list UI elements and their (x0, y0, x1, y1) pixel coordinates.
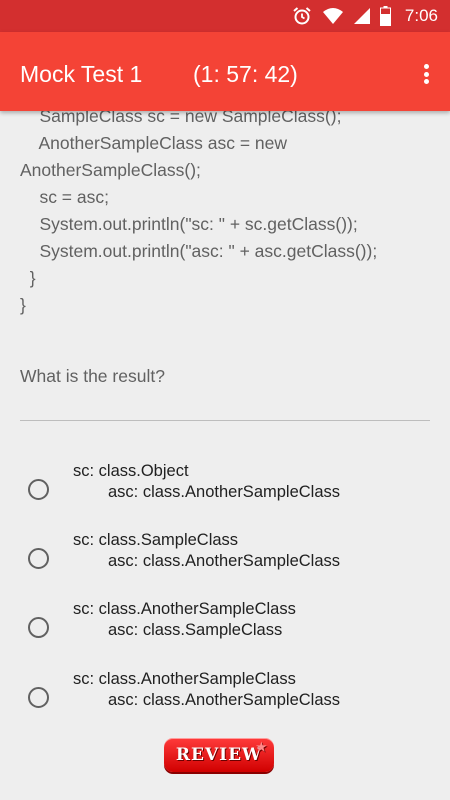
answer-option-3[interactable]: sc: class.AnotherSampleClass asc: class.… (20, 599, 430, 659)
question-text: What is the result? (20, 366, 165, 386)
question-content[interactable]: SampleClass sc = new SampleClass(); Anot… (0, 111, 450, 800)
code-line: sc = asc; (20, 187, 109, 207)
code-line: System.out.println("asc: " + asc.getClas… (20, 241, 378, 261)
code-line: SampleClass sc = new SampleClass(); (20, 111, 342, 126)
signal-icon (353, 7, 370, 25)
code-line: } (20, 295, 26, 315)
code-snippet: SampleClass sc = new SampleClass(); Anot… (20, 111, 435, 319)
star-icon: ★ (256, 740, 268, 754)
code-line: System.out.println("sc: " + sc.getClass(… (20, 214, 358, 234)
code-line: AnotherSampleClass asc = new (20, 133, 288, 153)
status-icons: 7:06 (292, 0, 438, 32)
option-line-1: sc: class.AnotherSampleClass (73, 600, 296, 618)
overflow-menu-icon[interactable] (416, 62, 436, 86)
review-button-label: REVIEW (175, 745, 263, 765)
code-line: AnotherSampleClass(); (20, 160, 201, 180)
answer-option-4[interactable]: sc: class.AnotherSampleClass asc: class.… (20, 669, 430, 729)
test-timer: (1: 57: 42) (193, 61, 298, 87)
option-line-2: asc: class.SampleClass (108, 621, 283, 639)
alarm-icon (292, 6, 312, 26)
radio-button[interactable] (28, 687, 49, 708)
option-line-1: sc: class.SampleClass (73, 531, 239, 549)
review-button[interactable]: REVIEW ★ (164, 738, 274, 772)
option-line-1: sc: class.AnotherSampleClass (73, 670, 296, 688)
option-line-2: asc: class.AnotherSampleClass (108, 691, 341, 709)
divider (20, 420, 430, 421)
wifi-icon (322, 7, 344, 25)
option-text: sc: class.AnotherSampleClass asc: class.… (73, 669, 340, 711)
option-text: sc: class.Object asc: class.AnotherSampl… (73, 461, 340, 503)
battery-icon (379, 6, 391, 26)
code-line: } (20, 268, 36, 288)
option-line-2: asc: class.AnotherSampleClass (108, 552, 341, 570)
option-text: sc: class.SampleClass asc: class.Another… (73, 530, 340, 572)
option-line-2: asc: class.AnotherSampleClass (108, 483, 341, 501)
status-time: 7:06 (404, 6, 438, 25)
answer-option-1[interactable]: sc: class.Object asc: class.AnotherSampl… (20, 461, 430, 521)
status-bar: 7:06 (0, 0, 450, 32)
radio-button[interactable] (28, 548, 49, 569)
option-line-1: sc: class.Object (73, 462, 189, 480)
radio-button[interactable] (28, 617, 49, 638)
page-title: Mock Test 1 (20, 61, 143, 87)
app-bar: Mock Test 1 (1: 57: 42) (0, 32, 450, 111)
option-text: sc: class.AnotherSampleClass asc: class.… (73, 599, 296, 641)
radio-button[interactable] (28, 479, 49, 500)
answer-option-2[interactable]: sc: class.SampleClass asc: class.Another… (20, 530, 430, 590)
